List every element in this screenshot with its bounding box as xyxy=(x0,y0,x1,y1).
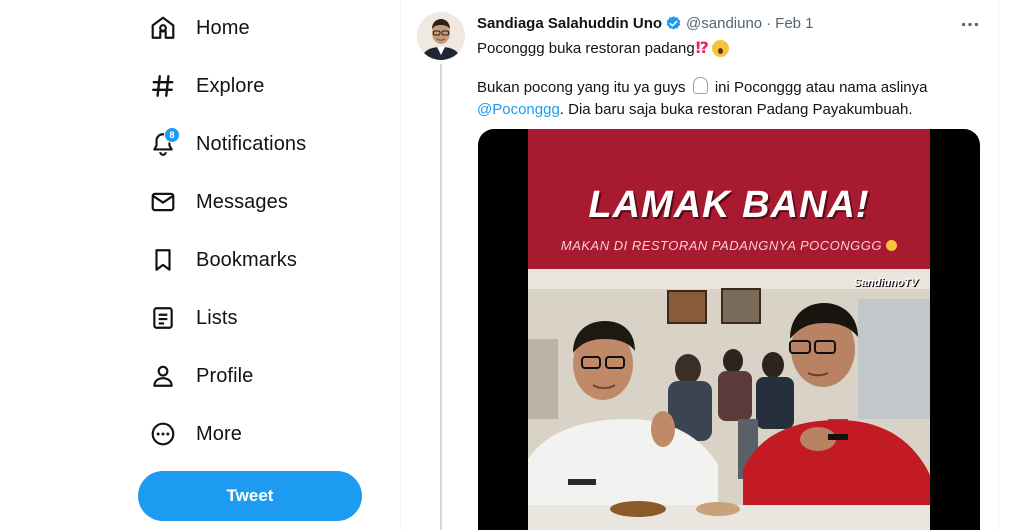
tweet-date[interactable]: Feb 1 xyxy=(775,15,813,32)
sidebar-item-label: Messages xyxy=(196,190,288,213)
sidebar-item-notifications[interactable]: 8 Notifications xyxy=(150,124,306,164)
sidebar-item-lists[interactable]: Lists xyxy=(150,298,238,338)
sidebar-item-label: Profile xyxy=(196,364,254,387)
video-headline: LAMAK BANA! xyxy=(588,184,870,226)
channel-watermark: SandiunoTV xyxy=(853,277,918,289)
tweet-text-part3: . Dia baru saja buka restoran Padang Pay… xyxy=(559,101,913,118)
tweet-button[interactable]: Tweet xyxy=(138,471,362,521)
mention-link[interactable]: @Poconggg xyxy=(477,101,560,118)
sidebar-item-explore[interactable]: Explore xyxy=(150,66,265,106)
bell-icon: 8 xyxy=(150,127,180,157)
tweet-video[interactable]: LAMAK BANA! MAKAN DI RESTORAN PADANGNYA … xyxy=(478,129,980,530)
tweet-header: Sandiaga Salahuddin Uno @sandiuno · Feb … xyxy=(477,15,814,32)
verified-badge-icon xyxy=(665,15,682,32)
home-icon xyxy=(150,15,176,41)
tweet-first-line: Poconggg buka restoran padang ⁉ xyxy=(477,38,729,58)
sidebar-item-more[interactable]: More xyxy=(150,414,242,454)
tweet-text-line1: Poconggg buka restoran padang xyxy=(477,39,695,57)
header-separator: · xyxy=(766,15,772,32)
sidebar-item-home[interactable]: Home xyxy=(150,8,250,48)
scream-emoji-icon xyxy=(711,39,729,57)
ellipsis-icon xyxy=(961,22,979,26)
hashtag-icon xyxy=(150,73,176,99)
person-icon xyxy=(150,363,176,389)
sidebar-item-label: Bookmarks xyxy=(196,248,297,271)
video-subline: MAKAN DI RESTORAN PADANGNYA POCONGGG xyxy=(528,238,930,253)
sidebar-item-label: More xyxy=(196,422,242,445)
video-scene-image: SandiunoTV xyxy=(528,269,930,530)
avatar[interactable] xyxy=(417,12,465,60)
interrobang-emoji: ⁉ xyxy=(695,40,709,57)
envelope-icon xyxy=(150,189,176,215)
smile-emoji-icon xyxy=(886,240,898,251)
more-options-button[interactable] xyxy=(957,14,983,34)
sidebar-item-profile[interactable]: Profile xyxy=(150,356,253,396)
more-circle-icon xyxy=(150,421,176,447)
ghost-emoji-icon xyxy=(692,77,708,94)
list-icon xyxy=(150,305,176,331)
sidebar-item-label: Home xyxy=(196,16,250,39)
sidebar-item-label: Explore xyxy=(196,74,265,97)
sidebar-item-label: Notifications xyxy=(196,132,307,155)
timeline-column: Sandiaga Salahuddin Uno @sandiuno · Feb … xyxy=(400,0,999,530)
thread-connector-line xyxy=(440,64,442,530)
sidebar-nav: Home Explore 8 Notifications Messages Bo… xyxy=(0,0,400,530)
tweet-text-part2: ini Poconggg atau nama aslinya xyxy=(714,79,928,96)
sidebar-item-messages[interactable]: Messages xyxy=(150,182,288,222)
notification-count-badge: 8 xyxy=(164,127,180,143)
tweet-body: Bukan pocong yang itu ya guys ini Pocong… xyxy=(477,77,977,121)
video-frame: LAMAK BANA! MAKAN DI RESTORAN PADANGNYA … xyxy=(528,129,930,530)
author-handle[interactable]: @sandiuno xyxy=(686,15,762,32)
author-name[interactable]: Sandiaga Salahuddin Uno xyxy=(477,15,662,32)
sidebar-item-label: Lists xyxy=(196,306,238,329)
sidebar-item-bookmarks[interactable]: Bookmarks xyxy=(150,240,297,280)
bookmark-icon xyxy=(150,247,176,273)
video-subline-text: MAKAN DI RESTORAN PADANGNYA POCONGGG xyxy=(560,238,883,253)
tweet-text-part1: Bukan pocong yang itu ya guys xyxy=(477,79,686,96)
